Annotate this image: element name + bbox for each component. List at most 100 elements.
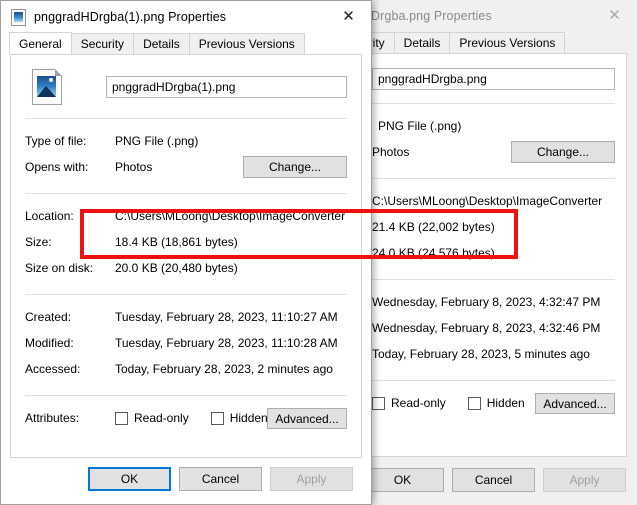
checkbox-box-icon	[115, 411, 128, 425]
readonly-label: Read-only	[134, 411, 189, 425]
tab-label: Previous Versions	[198, 37, 295, 51]
tab-security[interactable]: Security	[70, 33, 135, 54]
advanced-button[interactable]: Advanced...	[267, 408, 347, 429]
accessed-row: Accessed: Today, February 28, 2023, 2 mi…	[11, 356, 361, 382]
advanced-button-label: Advanced...	[275, 411, 339, 426]
hidden-label: Hidden	[486, 396, 525, 410]
footer-buttons-background: OK Cancel Apply	[362, 468, 626, 492]
accessed-row-background: Today, February 28, 2023, 5 minutes ago	[362, 341, 626, 367]
created-row: Created: Tuesday, February 28, 2023, 11:…	[11, 304, 361, 330]
readonly-checkbox-background[interactable]: Read-only	[372, 396, 446, 410]
type-of-file-value: PNG File (.png)	[115, 134, 199, 148]
readonly-checkbox[interactable]: Read-only	[115, 411, 189, 425]
properties-window-background[interactable]: Drgba.png Properties ✕ urity Details Pre…	[361, 0, 637, 505]
apply-button-background: Apply	[543, 468, 626, 492]
properties-window-foreground[interactable]: pnggradHDrgba(1).png Properties ✕ Genera…	[0, 0, 372, 505]
size-label: Size:	[25, 235, 52, 249]
accessed-value: Today, February 28, 2023, 5 minutes ago	[372, 347, 590, 361]
ok-button-label: OK	[120, 472, 139, 486]
titlebar-foreground-window[interactable]: pnggradHDrgba(1).png Properties ✕	[1, 1, 371, 32]
advanced-button-background[interactable]: Advanced...	[535, 393, 615, 414]
ok-button[interactable]: OK	[88, 467, 171, 491]
divider	[25, 118, 347, 119]
tabpage-general-foreground: pnggradHDrgba(1).png Type of file: PNG F…	[10, 54, 362, 458]
attributes-label: Attributes:	[25, 411, 80, 425]
tab-label: Security	[80, 37, 125, 51]
cancel-button-label: Cancel	[474, 473, 513, 487]
location-value: C:\Users\MLoong\Desktop\ImageConverter	[115, 209, 346, 223]
document-shape	[32, 69, 62, 105]
change-button-background[interactable]: Change...	[511, 141, 615, 163]
size-value: 18.4 KB (18,861 bytes)	[115, 235, 238, 249]
opens-with-row-background: Photos Change...	[362, 139, 626, 165]
window-title-foreground: pnggradHDrgba(1).png Properties	[34, 9, 227, 24]
type-of-file-row: Type of file: PNG File (.png)	[11, 128, 361, 154]
location-value: C:\Users\MLoong\Desktop\ImageConverter	[372, 194, 603, 208]
titlebar-background-window[interactable]: Drgba.png Properties ✕	[362, 0, 637, 31]
divider	[362, 103, 615, 104]
modified-value: Tuesday, February 28, 2023, 11:10:28 AM	[115, 336, 338, 350]
change-button[interactable]: Change...	[243, 156, 347, 178]
tab-general[interactable]: General	[9, 32, 72, 54]
checkbox-box-icon	[467, 396, 481, 410]
hidden-label: Hidden	[229, 411, 268, 425]
opens-with-value: Photos	[372, 145, 410, 159]
size-value: 21.4 KB (22,002 bytes)	[372, 220, 495, 234]
tabstrip-foreground-window: General Security Details Previous Versio…	[1, 32, 371, 54]
modified-row: Modified: Tuesday, February 28, 2023, 11…	[11, 330, 361, 356]
tab-label: Details	[143, 37, 180, 51]
created-value: Tuesday, February 28, 2023, 11:10:27 AM	[115, 310, 338, 324]
png-file-icon-large	[32, 69, 64, 105]
hidden-checkbox-background[interactable]: Hidden	[467, 396, 525, 410]
divider	[362, 178, 615, 179]
tab-label: Previous Versions	[459, 36, 556, 50]
size-on-disk-row: Size on disk: 20.0 KB (20,480 bytes)	[11, 255, 361, 281]
divider	[25, 294, 347, 295]
picture-shape	[37, 76, 56, 97]
close-icon: ✕	[342, 7, 355, 25]
advanced-button-label: Advanced...	[543, 396, 607, 411]
accessed-label: Accessed:	[25, 362, 81, 376]
window-title-background: Drgba.png Properties	[371, 8, 492, 23]
change-button-label: Change...	[268, 160, 322, 174]
ok-button-background[interactable]: OK	[362, 468, 444, 492]
close-button-foreground-window[interactable]: ✕	[326, 1, 371, 32]
divider	[25, 395, 347, 396]
hidden-checkbox[interactable]: Hidden	[210, 411, 268, 425]
created-label: Created:	[25, 310, 72, 324]
tab-details-background[interactable]: Details	[393, 32, 451, 53]
type-of-file-value: PNG File (.png)	[378, 119, 462, 133]
cancel-button[interactable]: Cancel	[179, 467, 262, 491]
created-value: Wednesday, February 8, 2023, 4:32:47 PM	[372, 295, 601, 309]
opens-with-row: Opens with: Photos Change...	[11, 154, 361, 180]
size-on-disk-label: Size on disk:	[25, 261, 94, 275]
size-row: Size: 18.4 KB (18,861 bytes)	[11, 229, 361, 255]
tab-previous-versions-background[interactable]: Previous Versions	[449, 32, 566, 53]
close-button-background-window[interactable]: ✕	[592, 0, 637, 31]
filename-input-foreground[interactable]: pnggradHDrgba(1).png	[106, 76, 347, 98]
attributes-row-background: Read-only Hidden Advanced...	[362, 390, 626, 416]
filename-input-background[interactable]: pnggradHDrgba.png	[372, 68, 615, 90]
type-of-file-label: Type of file:	[25, 134, 87, 148]
tab-label: Details	[403, 36, 441, 50]
location-label: Location:	[25, 209, 74, 223]
divider	[362, 279, 615, 280]
filename-value: pnggradHDrgba.png	[378, 72, 487, 86]
checkbox-box-icon	[372, 396, 385, 410]
size-on-disk-value: 24.0 KB (24,576 bytes)	[372, 246, 495, 260]
tab-details[interactable]: Details	[133, 33, 190, 54]
opens-with-value: Photos	[115, 160, 153, 174]
filename-row-background: pnggradHDrgba.png	[362, 54, 626, 90]
tab-previous-versions[interactable]: Previous Versions	[188, 33, 305, 54]
tab-label: General	[19, 36, 62, 51]
tabpage-general-background: pnggradHDrgba.png PNG File (.png) Photos…	[362, 53, 627, 457]
close-icon: ✕	[608, 6, 621, 24]
change-button-label: Change...	[536, 145, 590, 159]
filename-value: pnggradHDrgba(1).png	[112, 80, 236, 94]
attributes-row: Attributes: Read-only Hidden Advanced...	[11, 405, 361, 431]
png-file-icon-small	[10, 8, 26, 26]
filename-row-foreground: pnggradHDrgba(1).png	[11, 55, 361, 105]
cancel-button-background[interactable]: Cancel	[452, 468, 535, 492]
modified-row-background: Wednesday, February 8, 2023, 4:32:46 PM	[362, 315, 626, 341]
tabstrip-background-window: urity Details Previous Versions	[362, 31, 637, 53]
